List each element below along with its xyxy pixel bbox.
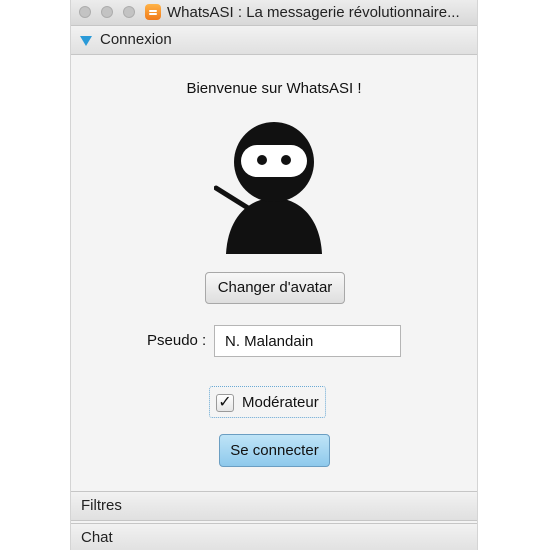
close-window-button[interactable] [79,6,91,18]
pane-header-filtres[interactable]: Filtres [71,491,477,521]
pane-label-chat: Chat [81,529,113,546]
expanded-arrow-icon [80,36,92,46]
app-icon [145,4,161,20]
moderator-checkbox[interactable]: ✓ Modérateur [209,386,326,418]
window-title: WhatsASI : La messagerie révolutionnaire… [167,4,460,21]
title-bar[interactable]: WhatsASI : La messagerie révolutionnaire… [71,0,477,26]
change-avatar-button[interactable]: Changer d'avatar [205,272,345,304]
connect-button[interactable]: Se connecter [219,434,330,467]
welcome-message: Bienvenue sur WhatsASI ! [186,80,362,97]
pane-header-chat[interactable]: Chat [71,523,477,550]
app-window: WhatsASI : La messagerie révolutionnaire… [70,0,478,550]
moderator-label: Modérateur [242,394,319,411]
pane-label-connexion: Connexion [100,31,172,48]
pseudo-label: Pseudo : [147,332,207,349]
ninja-avatar-icon [214,122,322,254]
pseudo-input[interactable] [214,325,401,357]
minimize-window-button[interactable] [101,6,113,18]
pane-header-connexion[interactable]: Connexion [71,25,477,55]
zoom-window-button[interactable] [123,6,135,18]
pane-label-filtres: Filtres [81,497,122,514]
checkmark-icon[interactable]: ✓ [216,394,234,412]
